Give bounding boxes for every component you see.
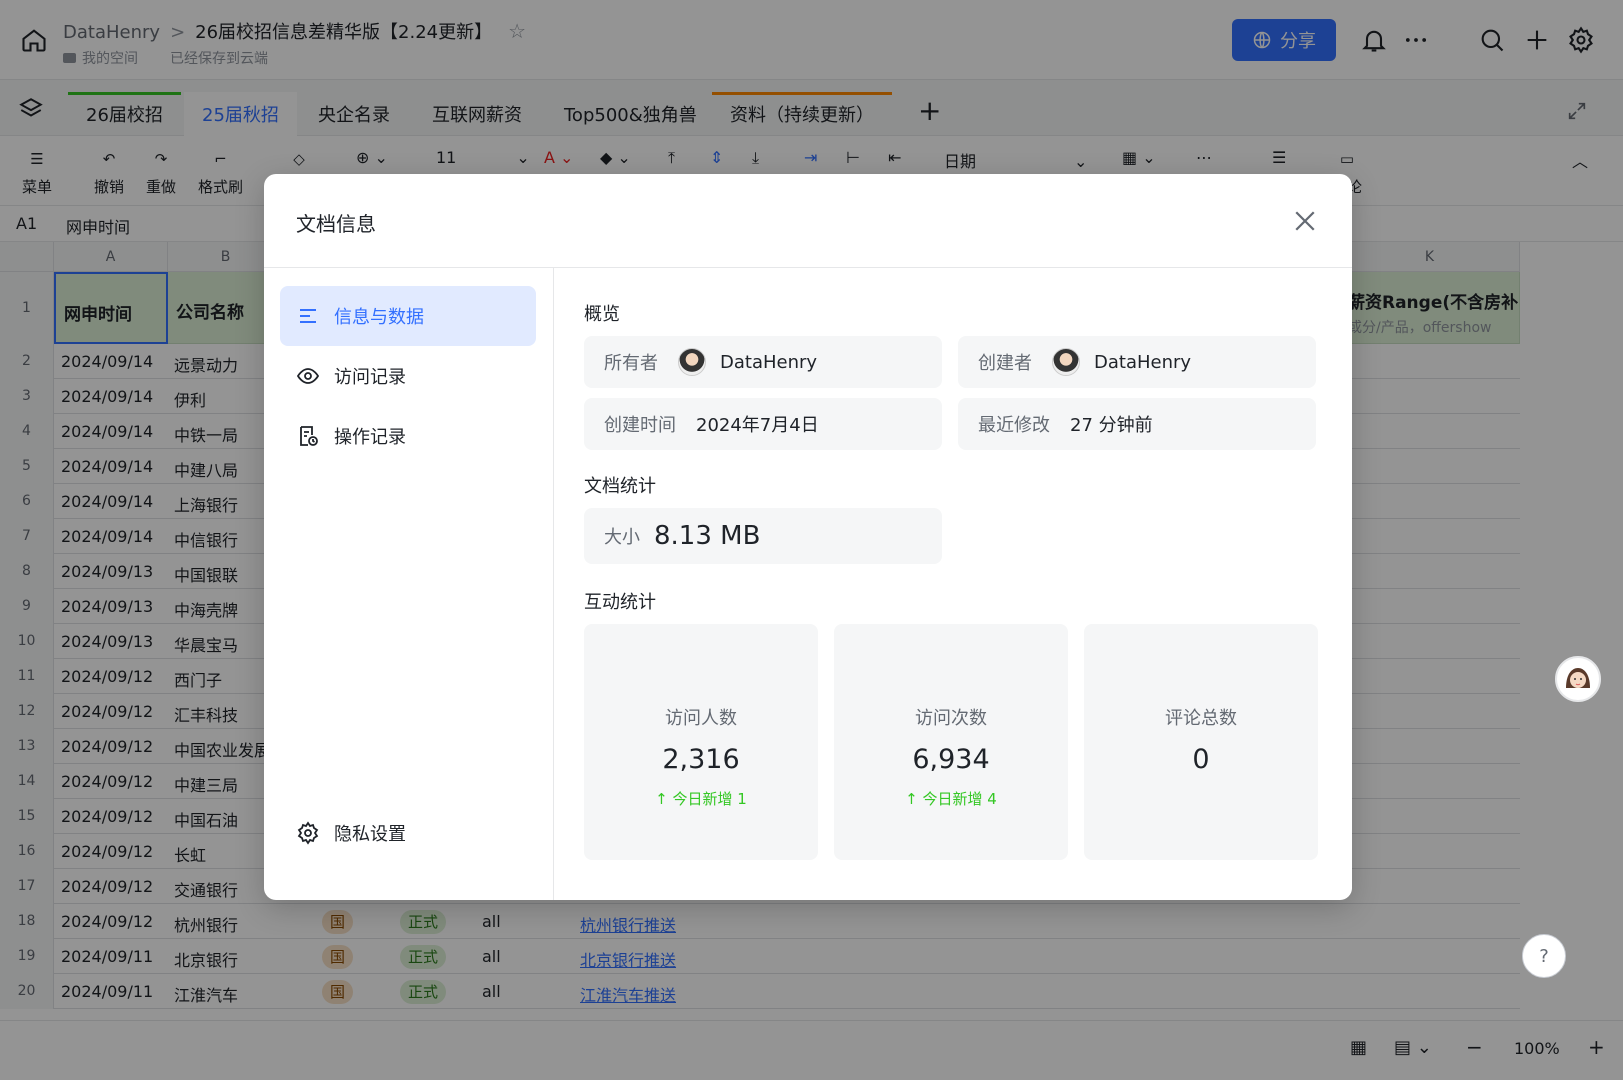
stat-delta: ↑ 今日新增 4 [905,790,997,808]
avatar[interactable] [678,348,706,376]
stat-label: 评论总数 [1165,708,1237,729]
list-icon [300,309,316,323]
nav-info-and-data[interactable]: 信息与数据 [280,286,536,346]
nav-label: 信息与数据 [334,307,424,328]
owner-label: 所有者 [604,353,658,374]
owner-name[interactable]: DataHenry [720,352,817,373]
dialog-header: 文档信息 [264,174,1352,268]
created-label: 创建时间 [604,415,676,436]
modified-time-card: 最近修改 27 分钟前 [958,398,1316,450]
eye-icon [296,368,320,384]
nav-label: 访问记录 [334,367,406,388]
gear-icon [297,821,319,845]
avatar[interactable] [1052,348,1080,376]
interaction-stats-title: 互动统计 [584,592,656,613]
nav-label: 操作记录 [334,427,406,448]
stat-visits: 访问次数 6,934 ↑ 今日新增 4 [834,624,1068,860]
assistant-avatar[interactable] [1555,656,1601,702]
modified-value: 27 分钟前 [1070,415,1153,436]
question-icon: ? [1539,945,1549,967]
dialog-content: 概览 所有者 DataHenry 创建者 DataHenry 创建时间 2024… [554,268,1352,900]
stat-visitors: 访问人数 2,316 ↑ 今日新增 1 [584,624,818,860]
stat-value: 2,316 [662,744,740,775]
modified-label: 最近修改 [978,415,1050,436]
dialog-sidebar: 信息与数据 访问记录 操作记录 隐私设置 [264,268,554,900]
created-time-card: 创建时间 2024年7月4日 [584,398,942,450]
nav-privacy-settings[interactable]: 隐私设置 [280,803,536,863]
created-value: 2024年7月4日 [696,415,819,436]
creator-name[interactable]: DataHenry [1094,352,1191,373]
overview-title: 概览 [584,304,620,325]
creator-label: 创建者 [978,353,1032,374]
size-card: 大小 8.13 MB [584,508,942,564]
history-doc-icon [300,426,318,446]
stat-value: 0 [1192,744,1210,775]
close-icon[interactable] [1290,206,1320,236]
stat-comments: 评论总数 0 [1084,624,1318,860]
nav-visit-records[interactable]: 访问记录 [280,346,536,406]
dialog-title: 文档信息 [296,212,376,236]
stat-value: 6,934 [912,744,990,775]
stat-label: 访问次数 [915,708,987,729]
avatar-face-icon [1558,659,1598,699]
stat-delta: ↑ 今日新增 1 [655,790,747,808]
owner-card: 所有者 DataHenry [584,336,942,388]
doc-stats-title: 文档统计 [584,476,656,497]
stat-label: 访问人数 [665,708,737,729]
nav-label: 隐私设置 [334,824,406,845]
size-value: 8.13 MB [654,521,761,551]
size-label: 大小 [604,527,640,548]
creator-card: 创建者 DataHenry [958,336,1316,388]
help-button[interactable]: ? [1522,934,1566,978]
nav-operation-records[interactable]: 操作记录 [280,406,536,466]
doc-info-dialog: 文档信息 信息与数据 访问记录 操作记录 隐私设置 概览 所有者 DataHen… [264,174,1352,900]
